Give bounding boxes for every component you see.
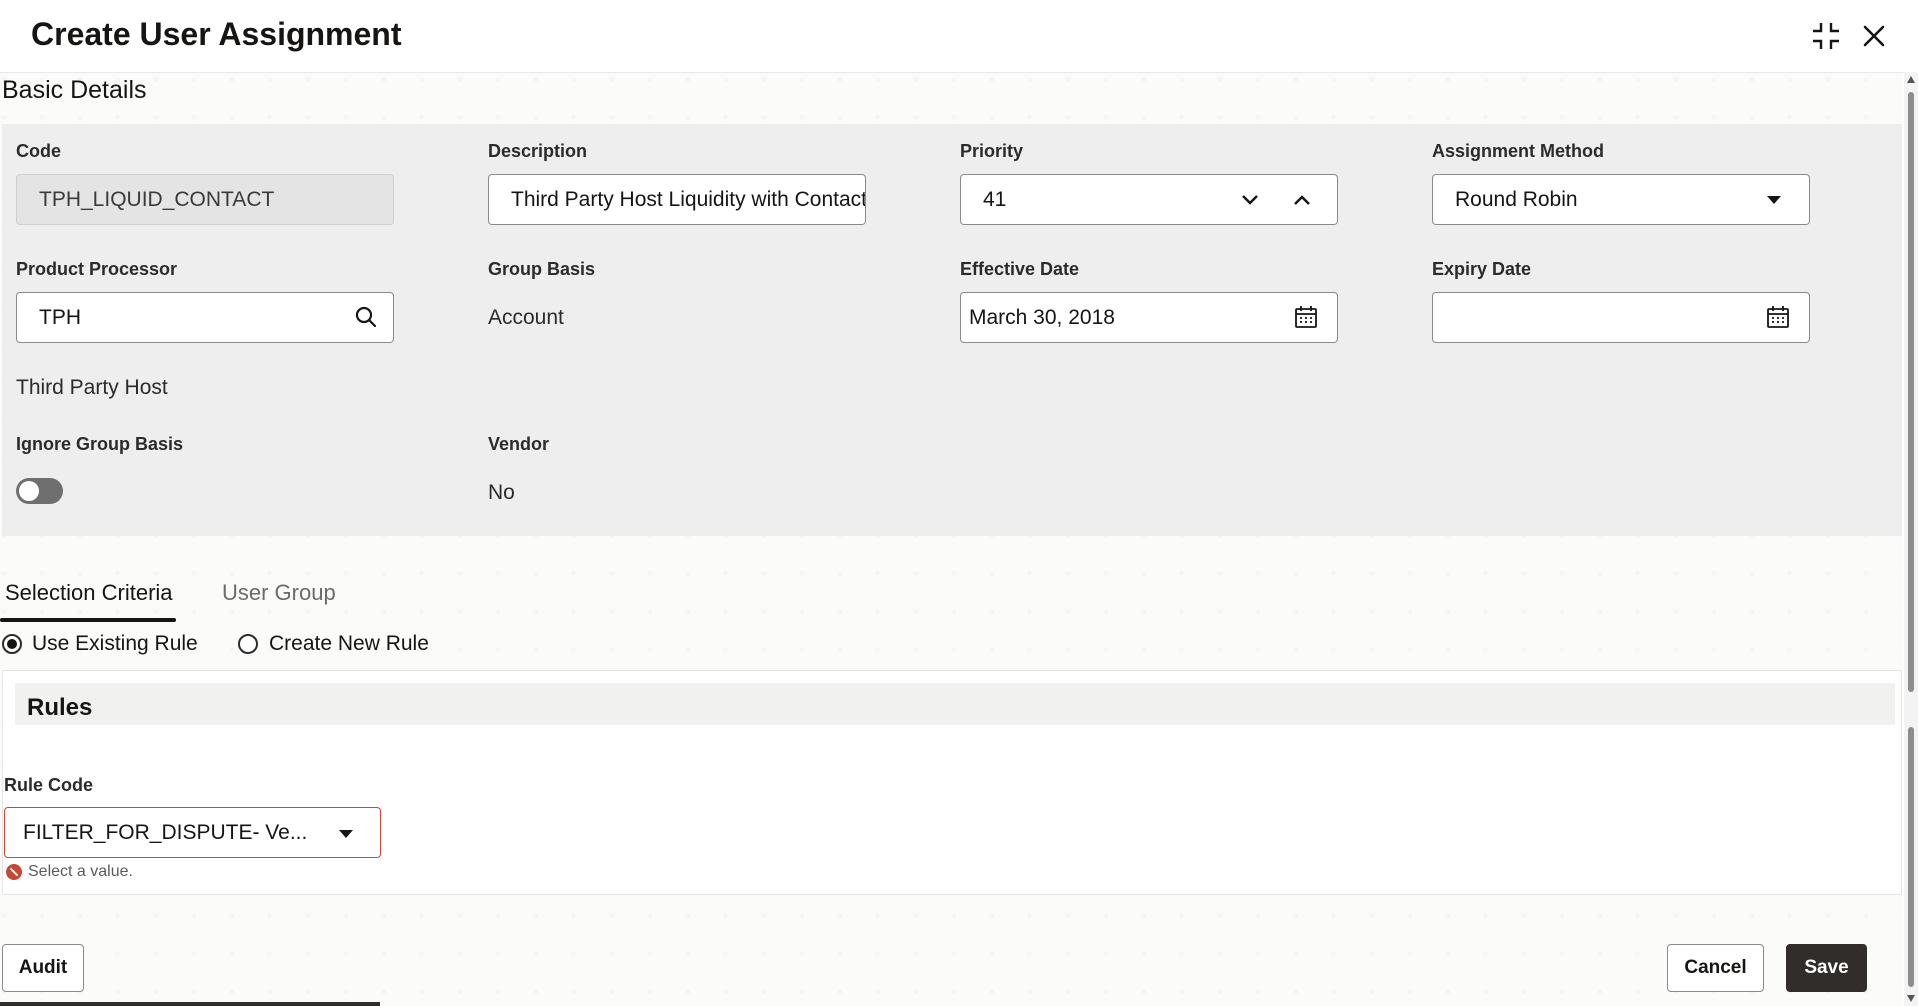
create-new-rule-radio[interactable] bbox=[238, 634, 258, 654]
close-icon[interactable] bbox=[1856, 18, 1892, 54]
toggle-knob bbox=[19, 481, 39, 501]
description-value: Third Party Host Liquidity with Contact bbox=[511, 187, 866, 211]
priority-stepper[interactable]: 41 bbox=[960, 174, 1338, 225]
code-label: Code bbox=[16, 141, 61, 161]
vendor-value: No bbox=[488, 481, 515, 504]
create-new-rule-label[interactable]: Create New Rule bbox=[269, 632, 429, 656]
group-basis-label: Group Basis bbox=[488, 259, 596, 279]
footer-divider bbox=[0, 1002, 380, 1006]
cancel-button[interactable]: Cancel bbox=[1667, 944, 1764, 992]
create-user-assignment-dialog: Create User Assignment Basic Details Cod… bbox=[0, 0, 1918, 1006]
rules-card bbox=[2, 670, 1902, 895]
scroll-up-icon[interactable] bbox=[1907, 76, 1915, 83]
save-button[interactable]: Save bbox=[1786, 944, 1867, 992]
chevron-down-icon[interactable] bbox=[1236, 186, 1264, 214]
active-tab-indicator bbox=[0, 618, 176, 622]
dialog-header: Create User Assignment bbox=[0, 0, 1918, 73]
rules-header bbox=[15, 683, 1895, 725]
use-existing-rule-label[interactable]: Use Existing Rule bbox=[32, 632, 198, 656]
scroll-down-icon[interactable] bbox=[1907, 995, 1915, 1002]
rule-code-select[interactable]: FILTER_FOR_DISPUTE- Ve... bbox=[4, 807, 381, 858]
search-icon[interactable] bbox=[352, 303, 380, 331]
caret-down-icon[interactable] bbox=[334, 822, 358, 846]
ignore-group-basis-toggle[interactable] bbox=[16, 478, 63, 504]
vendor-label: Vendor bbox=[488, 434, 550, 454]
audit-button[interactable]: Audit bbox=[2, 944, 84, 992]
expiry-date-input[interactable] bbox=[1432, 292, 1810, 343]
basic-details-heading: Basic Details bbox=[2, 76, 147, 104]
rule-code-value: FILTER_FOR_DISPUTE- Ve... bbox=[23, 820, 308, 844]
tab-selection-criteria[interactable]: Selection Criteria bbox=[5, 580, 173, 606]
description-label: Description bbox=[488, 141, 588, 161]
code-field: TPH_LIQUID_CONTACT bbox=[16, 174, 394, 225]
ignore-group-basis-label: Ignore Group Basis bbox=[16, 434, 184, 454]
use-existing-rule-radio[interactable] bbox=[2, 634, 22, 654]
effective-date-value: March 30, 2018 bbox=[969, 305, 1115, 329]
expiry-date-label: Expiry Date bbox=[1432, 259, 1532, 279]
scroll-thumb-inner[interactable] bbox=[1908, 727, 1914, 987]
tab-user-group[interactable]: User Group bbox=[222, 580, 336, 606]
calendar-icon[interactable] bbox=[1764, 303, 1792, 331]
code-value: TPH_LIQUID_CONTACT bbox=[39, 187, 275, 211]
assignment-method-label: Assignment Method bbox=[1432, 141, 1605, 161]
priority-label: Priority bbox=[960, 141, 1024, 161]
calendar-icon[interactable] bbox=[1292, 303, 1320, 331]
caret-down-icon[interactable] bbox=[1762, 188, 1786, 212]
assignment-method-value: Round Robin bbox=[1455, 187, 1578, 211]
compress-icon[interactable] bbox=[1808, 18, 1844, 54]
effective-date-label: Effective Date bbox=[960, 259, 1080, 279]
chevron-up-icon[interactable] bbox=[1288, 186, 1316, 214]
assignment-method-select[interactable]: Round Robin bbox=[1432, 174, 1810, 225]
product-processor-value: TPH bbox=[39, 305, 81, 329]
rule-code-error: Select a value. bbox=[28, 863, 133, 880]
priority-value: 41 bbox=[983, 187, 1007, 211]
rule-code-label: Rule Code bbox=[4, 775, 94, 795]
error-icon bbox=[6, 864, 22, 880]
product-processor-description: Third Party Host bbox=[16, 376, 168, 399]
vertical-scrollbar[interactable] bbox=[1904, 72, 1918, 1006]
scroll-thumb[interactable] bbox=[1908, 92, 1914, 692]
effective-date-input[interactable]: March 30, 2018 bbox=[960, 292, 1338, 343]
group-basis-value: Account bbox=[488, 306, 564, 329]
product-processor-input[interactable]: TPH bbox=[16, 292, 394, 343]
rules-title: Rules bbox=[27, 694, 93, 721]
product-processor-label: Product Processor bbox=[16, 259, 178, 279]
description-input[interactable]: Third Party Host Liquidity with Contact bbox=[488, 174, 866, 225]
dialog-title: Create User Assignment bbox=[31, 16, 402, 52]
